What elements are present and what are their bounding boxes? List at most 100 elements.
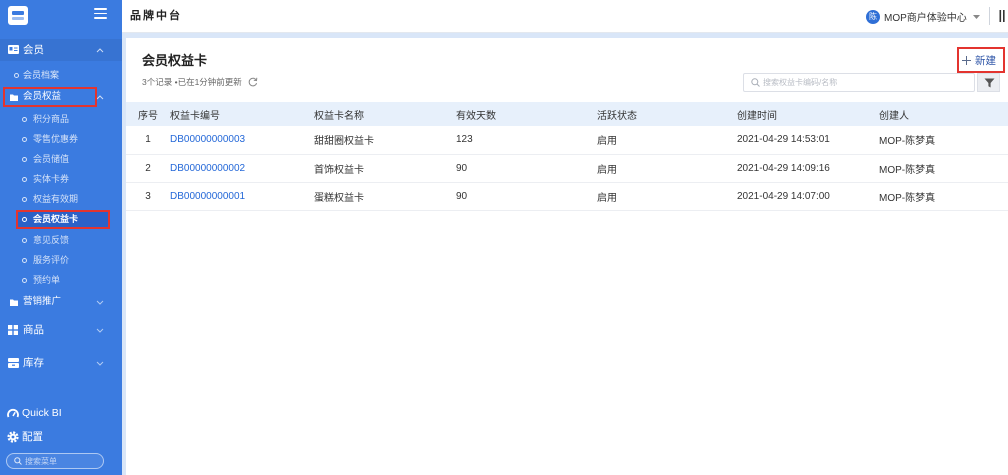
new-button-label: 新建 [975,54,996,67]
search-icon [751,78,760,87]
sidebar-item-marketing[interactable]: 营销推广 [0,292,122,312]
valid-days: 123 [456,126,597,155]
column-header-code: 权益卡编号 [170,102,314,126]
bullet-icon [14,73,19,78]
column-header-created-at: 创建时间 [737,102,879,126]
brand-logo[interactable] [8,6,28,25]
created-at: 2021-04-29 14:53:01 [737,126,879,155]
sidebar-group-label: 会员 [23,44,44,56]
sidebar-item-reservations[interactable]: 预约单 [0,270,122,290]
sidebar-group-inventory[interactable]: 库存 [0,352,122,374]
sidebar-group-label: 库存 [23,357,44,369]
table-row: 3 DB00000000001 蛋糕权益卡 90 启用 2021-04-29 1… [126,182,1008,211]
new-button[interactable]: 新建 [962,51,996,69]
card-code-link[interactable]: DB00000000002 [170,154,314,183]
sidebar-item-label: 配置 [22,431,43,443]
sidebar-item-service-review[interactable]: 服务评价 [0,250,122,270]
sidebar-item-benefit-card[interactable]: 会员权益卡 [0,210,122,229]
sidebar-item-stored-value[interactable]: 会员储值 [0,149,122,169]
record-meta: 3个记录 •已在1分钟前更新 [142,77,258,87]
divider [989,7,990,25]
chevron-up-icon [96,95,104,100]
header-menu-icon[interactable] [999,10,1006,22]
valid-days: 90 [456,154,597,183]
sidebar-item-feedback[interactable]: 意见反馈 [0,230,122,250]
sidebar-item-label: 积分商品 [33,114,70,124]
row-index: 1 [126,126,170,155]
sidebar-item-label: 会员权益 [23,91,62,102]
chevron-down-icon [96,328,104,333]
valid-days: 90 [456,182,597,211]
chevron-down-icon [972,14,980,19]
sidebar-item-member-archive[interactable]: 会员档案 [0,65,122,85]
sidebar-item-label: 实体卡券 [33,174,70,184]
card-name: 蛋糕权益卡 [314,182,456,211]
member-card-icon [8,45,19,54]
bullet-icon [22,278,27,283]
bullet-icon [22,258,27,263]
bullet-icon [22,177,27,182]
sidebar-item-config[interactable]: 配置 [0,426,122,448]
creator: MOP-陈梦真 [879,126,1008,155]
created-at: 2021-04-29 14:07:00 [737,182,879,211]
column-header-valid-days: 有效天数 [456,102,597,126]
column-header-status: 活跃状态 [597,102,737,126]
card-code-link[interactable]: DB00000000003 [170,126,314,155]
filter-button[interactable] [977,73,1000,92]
chevron-up-icon [96,48,104,53]
sidebar-item-label: 零售优惠券 [33,134,79,144]
card-search[interactable] [743,73,975,92]
sidebar-search[interactable] [6,453,104,469]
sidebar-group-goods[interactable]: 商品 [0,319,122,341]
creator: MOP-陈梦真 [879,154,1008,183]
bullet-icon [22,137,27,142]
org-switcher[interactable]: 陈 MOP商户体验中心 [866,9,980,24]
column-header-name: 权益卡名称 [314,102,456,126]
card-code-link[interactable]: DB00000000001 [170,182,314,211]
app-title: 品牌中台 [130,10,182,22]
sidebar-item-quick-bi[interactable]: Quick BI [0,402,122,424]
gear-icon [7,431,19,443]
column-header-index: 序号 [126,102,170,126]
folder-icon [10,94,18,101]
sidebar-item-member-benefits[interactable]: 会员权益 [0,87,122,107]
sidebar-item-retail-coupons[interactable]: 零售优惠券 [0,129,122,149]
column-header-creator: 创建人 [879,102,1008,126]
chevron-down-icon [96,361,104,366]
bullet-icon [22,117,27,122]
sidebar-item-label: 会员档案 [23,70,60,80]
search-input[interactable] [763,74,968,91]
sidebar-item-benefit-validity[interactable]: 权益有效期 [0,189,122,209]
card-name: 首饰权益卡 [314,154,456,183]
card-name: 甜甜圈权益卡 [314,126,456,155]
sidebar: 会员 会员档案 会员权益 积分商品 零售优惠券 会员储值 实体卡券 权益有效期 … [0,0,122,475]
row-index: 3 [126,182,170,211]
status: 启用 [597,154,737,183]
sidebar-search-input[interactable] [25,454,101,468]
refresh-icon[interactable] [248,77,258,87]
benefit-card-table: 序号 权益卡编号 权益卡名称 有效天数 活跃状态 创建时间 创建人 1 DB00… [126,102,1008,211]
bullet-icon [22,238,27,243]
main-card: 会员权益卡 3个记录 •已在1分钟前更新 新建 序号 [126,38,1008,475]
sidebar-item-points-goods[interactable]: 积分商品 [0,109,122,129]
filter-icon [984,78,995,88]
sidebar-item-label: 会员储值 [33,154,70,164]
search-icon [14,457,22,465]
sidebar-item-label: 预约单 [33,275,61,285]
sidebar-item-physical-vouchers[interactable]: 实体卡券 [0,169,122,189]
record-meta-text: 3个记录 •已在1分钟前更新 [142,77,242,87]
folder-icon [10,299,18,306]
sidebar-group-member[interactable]: 会员 [0,39,122,61]
inventory-icon [8,358,19,368]
hamburger-icon[interactable] [94,8,107,19]
grid-icon [8,325,18,335]
bullet-icon [22,157,27,162]
bullet-icon [22,217,27,222]
sidebar-item-label: 权益有效期 [33,194,79,204]
sidebar-group-label: 商品 [23,324,44,336]
sidebar-item-label: 营销推广 [23,296,62,307]
table-header-row: 序号 权益卡编号 权益卡名称 有效天数 活跃状态 创建时间 创建人 [126,102,1008,126]
creator: MOP-陈梦真 [879,182,1008,211]
bullet-icon [22,197,27,202]
status: 启用 [597,182,737,211]
